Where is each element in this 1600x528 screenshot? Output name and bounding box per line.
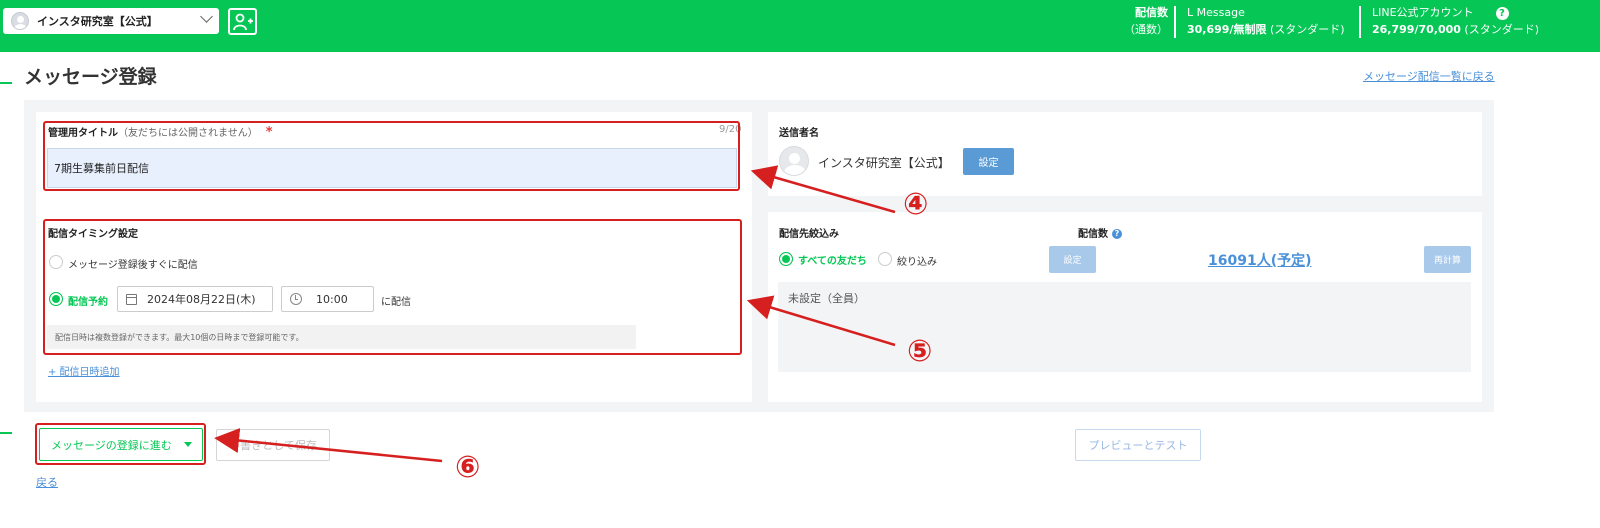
radio-filter[interactable] <box>878 252 892 266</box>
back-to-list-link[interactable]: メッセージ配信一覧に戻る <box>1363 68 1495 84</box>
delivery-count-label: 配信数 <box>1135 6 1168 19</box>
add-user-icon <box>232 13 253 30</box>
sidebar-edge-marker <box>0 82 12 84</box>
divider <box>1174 6 1176 38</box>
account-name: インスタ研究室【公式】 <box>37 15 158 28</box>
page-title: メッセージ登録 <box>24 66 157 88</box>
add-date-link[interactable]: + 配信日時追加 <box>48 363 120 378</box>
lmessage-label: L Message <box>1187 6 1245 19</box>
annotation-number-6: ⑥ <box>455 450 481 485</box>
back-link[interactable]: 戻る <box>36 474 58 490</box>
help-icon[interactable]: ? <box>1495 7 1509 20</box>
count-label: 配信数 <box>1078 229 1108 240</box>
save-draft-button[interactable]: 下書きとして保存 <box>216 429 330 461</box>
divider <box>1359 6 1361 38</box>
sender-set-button[interactable]: 設定 <box>963 148 1014 175</box>
radio-all-friends-label: すべての友だち <box>798 256 867 267</box>
add-user-button[interactable] <box>228 8 257 35</box>
delivery-count-link[interactable]: 16091人(予定) <box>1208 250 1312 270</box>
preview-test-button[interactable]: プレビューとテスト <box>1075 429 1201 461</box>
chevron-down-icon <box>200 10 213 23</box>
sender-avatar-icon <box>779 146 809 176</box>
annotation-box-timing <box>43 219 742 355</box>
sidebar-edge-marker <box>0 432 12 434</box>
annotation-box-proceed <box>35 423 206 465</box>
sender-label: 送信者名 <box>779 128 819 139</box>
lmessage-value: 30,699/無制限 <box>1187 23 1267 36</box>
line-account-stat: LINE公式アカウント? 26,799/70,000 (スタンダード) <box>1372 4 1539 38</box>
top-bar: インスタ研究室【公式】 配信数 （通数） L Message 30,699/無制… <box>0 0 1600 52</box>
filter-summary: 未設定（全員） <box>778 282 1471 372</box>
account-selector[interactable]: インスタ研究室【公式】 <box>3 8 219 34</box>
delivery-count-sub: （通数） <box>1124 23 1168 36</box>
line-account-label: LINE公式アカウント <box>1372 6 1474 19</box>
target-set-button[interactable]: 設定 <box>1049 246 1096 273</box>
recalculate-button[interactable]: 再計算 <box>1424 246 1471 273</box>
line-account-value: 26,799/70,000 <box>1372 23 1461 36</box>
line-account-plan: (スタンダード) <box>1464 23 1540 36</box>
annotation-number-5: ⑤ <box>907 334 933 369</box>
radio-all-friends[interactable] <box>779 252 793 266</box>
lmessage-plan: (スタンダード) <box>1269 23 1345 36</box>
target-label: 配信先絞込み <box>779 229 839 240</box>
annotation-box-title <box>43 121 740 191</box>
annotation-number-4: ④ <box>903 187 929 222</box>
help-icon[interactable]: ? <box>1112 229 1122 239</box>
count-label-wrap: 配信数? <box>1078 225 1122 240</box>
sender-name: インスタ研究室【公式】 <box>818 156 950 170</box>
radio-filter-label: 絞り込み <box>897 257 937 268</box>
lmessage-stat: L Message 30,699/無制限 (スタンダード) <box>1187 4 1345 38</box>
delivery-count-stat: 配信数 （通数） <box>1124 4 1168 38</box>
account-avatar-icon <box>11 12 29 30</box>
